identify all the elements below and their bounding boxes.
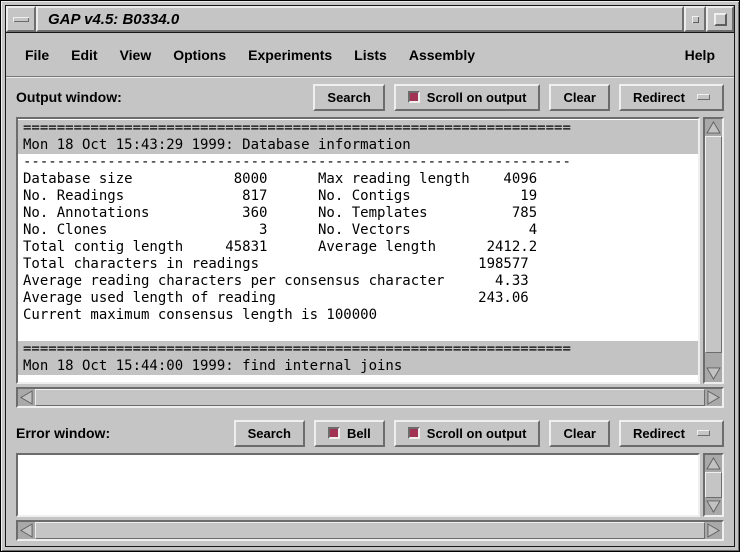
minimize-button[interactable]	[684, 6, 706, 32]
error-window-label: Error window:	[16, 425, 110, 441]
window-frame: GAP v4.5: B0334.0 File Edit View Options…	[5, 5, 735, 547]
scroll-up-arrow-icon[interactable]	[705, 119, 722, 136]
output-search-label: Search	[327, 90, 370, 105]
output-redirect-menubutton[interactable]: Redirect	[619, 84, 724, 111]
output-line: No. Readings 817 No. Contigs 19	[18, 188, 698, 205]
output-text-area[interactable]: ========================================…	[16, 117, 700, 384]
output-line: ========================================…	[18, 120, 698, 137]
scrollbar-thumb[interactable]	[35, 522, 705, 539]
output-line: Total contig length 45831 Average length…	[18, 239, 698, 256]
output-line: ----------------------------------------…	[18, 375, 698, 384]
scroll-left-arrow-icon[interactable]	[18, 389, 35, 406]
output-line: ========================================…	[18, 341, 698, 358]
error-toolbar: Error window: Search Bell Scroll on outp…	[6, 413, 734, 453]
checkbox-indicator	[328, 427, 340, 439]
window-menu-button[interactable]	[6, 6, 36, 32]
menu-edit[interactable]: Edit	[60, 39, 108, 71]
menu-view[interactable]: View	[109, 39, 163, 71]
error-search-button[interactable]: Search	[234, 420, 305, 447]
error-redirect-label: Redirect	[633, 426, 685, 441]
error-scroll-label: Scroll on output	[427, 426, 527, 441]
output-line: Mon 18 Oct 15:44:00 1999: find internal …	[18, 358, 698, 375]
error-horizontal-scrollbar[interactable]	[16, 520, 724, 541]
output-line: Average used length of reading 243.06	[18, 290, 698, 307]
error-bell-checkbox[interactable]: Bell	[314, 420, 385, 447]
output-vertical-scrollbar[interactable]	[703, 117, 724, 384]
error-bell-label: Bell	[347, 426, 371, 441]
error-search-label: Search	[248, 426, 291, 441]
checkbox-indicator	[408, 427, 420, 439]
output-search-button[interactable]: Search	[313, 84, 384, 111]
error-vertical-scrollbar[interactable]	[703, 453, 724, 517]
output-redirect-label: Redirect	[633, 90, 685, 105]
output-pane: ========================================…	[16, 117, 724, 384]
maximize-button[interactable]	[706, 6, 734, 32]
menu-experiments[interactable]: Experiments	[237, 39, 343, 71]
output-clear-label: Clear	[563, 90, 596, 105]
output-line: Current maximum consensus length is 1000…	[18, 307, 698, 324]
output-horizontal-scrollbar[interactable]	[16, 387, 724, 408]
output-scroll-on-output-checkbox[interactable]: Scroll on output	[394, 84, 541, 111]
output-line: No. Annotations 360 No. Templates 785	[18, 205, 698, 222]
output-scroll-label: Scroll on output	[427, 90, 527, 105]
titlebar: GAP v4.5: B0334.0	[6, 6, 734, 33]
window-menu-icon	[13, 17, 29, 22]
scroll-up-arrow-icon[interactable]	[705, 455, 722, 472]
scrollbar-thumb[interactable]	[705, 136, 722, 353]
scroll-left-arrow-icon[interactable]	[18, 522, 35, 539]
minimize-icon	[692, 16, 699, 23]
app-window: GAP v4.5: B0334.0 File Edit View Options…	[0, 0, 740, 552]
output-line: Mon 18 Oct 15:43:29 1999: Database infor…	[18, 137, 698, 154]
scroll-right-arrow-icon[interactable]	[705, 522, 722, 539]
menu-assembly[interactable]: Assembly	[398, 39, 486, 71]
menu-options[interactable]: Options	[162, 39, 237, 71]
error-pane	[16, 453, 724, 517]
menu-lists[interactable]: Lists	[343, 39, 398, 71]
error-clear-button[interactable]: Clear	[549, 420, 610, 447]
output-line: Average reading characters per consensus…	[18, 273, 698, 290]
menu-file[interactable]: File	[14, 39, 60, 71]
error-redirect-menubutton[interactable]: Redirect	[619, 420, 724, 447]
output-toolbar: Output window: Search Scroll on output C…	[6, 77, 734, 117]
menubutton-indicator	[697, 94, 710, 100]
error-scroll-on-output-checkbox[interactable]: Scroll on output	[394, 420, 541, 447]
output-clear-button[interactable]: Clear	[549, 84, 610, 111]
output-window-label: Output window:	[16, 89, 122, 105]
output-line: No. Clones 3 No. Vectors 4	[18, 222, 698, 239]
scroll-down-arrow-icon[interactable]	[705, 365, 722, 382]
output-line: Database size 8000 Max reading length 40…	[18, 171, 698, 188]
output-line	[18, 324, 698, 341]
maximize-icon	[714, 13, 727, 26]
window-title[interactable]: GAP v4.5: B0334.0	[36, 6, 684, 32]
menu-help[interactable]: Help	[674, 39, 726, 71]
scroll-down-arrow-icon[interactable]	[705, 498, 722, 515]
error-clear-label: Clear	[563, 426, 596, 441]
output-line: Total characters in readings 198577	[18, 256, 698, 273]
checkbox-indicator	[408, 91, 420, 103]
scrollbar-thumb[interactable]	[705, 472, 722, 498]
menubutton-indicator	[697, 430, 710, 436]
menubar: File Edit View Options Experiments Lists…	[6, 33, 734, 77]
scroll-right-arrow-icon[interactable]	[705, 389, 722, 406]
error-text-area[interactable]	[16, 453, 700, 517]
scrollbar-thumb[interactable]	[35, 389, 705, 406]
output-line: ----------------------------------------…	[18, 154, 698, 171]
